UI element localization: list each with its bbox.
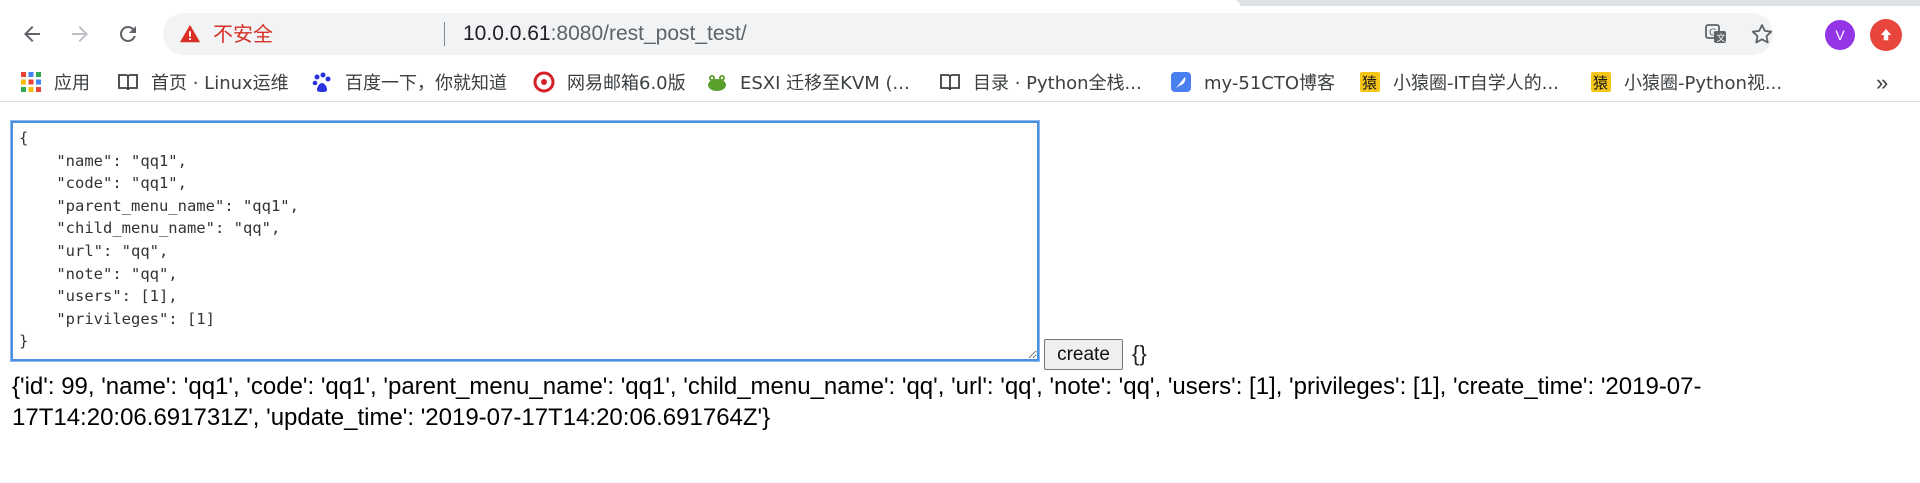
reload-icon — [119, 25, 136, 42]
bookmark-star-button[interactable] — [1749, 21, 1775, 47]
translate-button[interactable]: G文 — [1703, 21, 1729, 47]
netease-mail-icon — [533, 71, 555, 93]
omnibox-separator — [444, 22, 445, 46]
bookmark-apps[interactable]: 应用 — [20, 68, 90, 96]
bookmark-xiaoyuan-it[interactable]: 猿 小猿圈-IT自学人的... — [1359, 68, 1559, 96]
browser-toolbar: 不安全 10.0.0.61:8080/rest_post_test/ G文 V — [0, 6, 1920, 62]
bookmark-label: 应用 — [54, 73, 90, 94]
bookmark-esxi-kvm[interactable]: ESXI 迁移至KVM (... — [706, 68, 910, 96]
reload-button[interactable] — [110, 16, 146, 52]
response-result-text: {'id': 99, 'name': 'qq1', 'code': 'qq1',… — [12, 373, 1702, 431]
book-icon — [939, 71, 961, 93]
svg-text:文: 文 — [1717, 32, 1726, 44]
star-icon — [1751, 24, 1773, 44]
book-icon — [117, 71, 139, 93]
bookmark-label: 目录 · Python全栈... — [973, 73, 1142, 94]
back-button[interactable] — [14, 16, 50, 52]
apps-grid-icon — [20, 71, 42, 93]
bookmarks-overflow-button[interactable]: » — [1876, 70, 1888, 96]
yuan-icon: 猿 — [1359, 71, 1381, 93]
bookmark-linux[interactable]: 首页 · Linux运维 — [117, 68, 289, 96]
bookmark-label: 网易邮箱6.0版 — [567, 73, 686, 94]
warning-icon[interactable] — [179, 23, 201, 45]
upload-arrow-icon — [1880, 29, 1892, 41]
url-path: :8080/rest_post_test/ — [550, 22, 747, 45]
bookmark-label: 首页 · Linux运维 — [151, 73, 289, 94]
address-bar[interactable]: 不安全 10.0.0.61:8080/rest_post_test/ G文 — [163, 13, 1773, 55]
arrow-right-icon — [72, 26, 88, 42]
frog-icon — [706, 71, 728, 93]
url-host: 10.0.0.61 — [463, 22, 551, 45]
svg-text:猿: 猿 — [1593, 74, 1608, 92]
json-input-textarea[interactable] — [10, 120, 1040, 362]
page-content: create {} {'id': 99, 'name': 'qq1', 'cod… — [0, 103, 1920, 483]
profile-avatar[interactable]: V — [1825, 20, 1855, 50]
translate-icon: G文 — [1705, 24, 1726, 44]
bookmark-label: 小猿圈-Python视... — [1624, 73, 1783, 94]
bookmark-xiaoyuan-python[interactable]: 猿 小猿圈-Python视... — [1590, 68, 1782, 96]
bookmark-51cto[interactable]: my-51CTO博客 — [1170, 68, 1335, 96]
inline-response: {} — [1132, 341, 1147, 366]
bookmarks-bar: 应用 首页 · Linux运维 百度一下，你就知道 网易邮箱6.0版 ESXI … — [0, 62, 1920, 102]
url-text[interactable]: 10.0.0.61:8080/rest_post_test/ — [463, 21, 747, 47]
bookmark-label: ESXI 迁移至KVM (... — [740, 73, 910, 94]
extension-button[interactable] — [1870, 19, 1902, 51]
bookmark-netease-mail[interactable]: 网易邮箱6.0版 — [533, 68, 686, 96]
feather-icon — [1170, 71, 1192, 93]
bookmark-label: 百度一下，你就知道 — [345, 73, 507, 94]
bookmark-baidu[interactable]: 百度一下，你就知道 — [311, 68, 507, 96]
create-button[interactable]: create — [1044, 339, 1123, 370]
forward-button[interactable] — [62, 16, 98, 52]
bookmark-label: 小猿圈-IT自学人的... — [1393, 73, 1559, 94]
bookmark-label: my-51CTO博客 — [1204, 73, 1336, 94]
baidu-paw-icon — [311, 71, 333, 93]
security-status[interactable]: 不安全 — [213, 22, 273, 46]
svg-text:猿: 猿 — [1362, 74, 1377, 92]
arrow-left-icon — [24, 26, 40, 42]
yuan-icon: 猿 — [1590, 71, 1612, 93]
bookmark-python[interactable]: 目录 · Python全栈... — [939, 68, 1142, 96]
